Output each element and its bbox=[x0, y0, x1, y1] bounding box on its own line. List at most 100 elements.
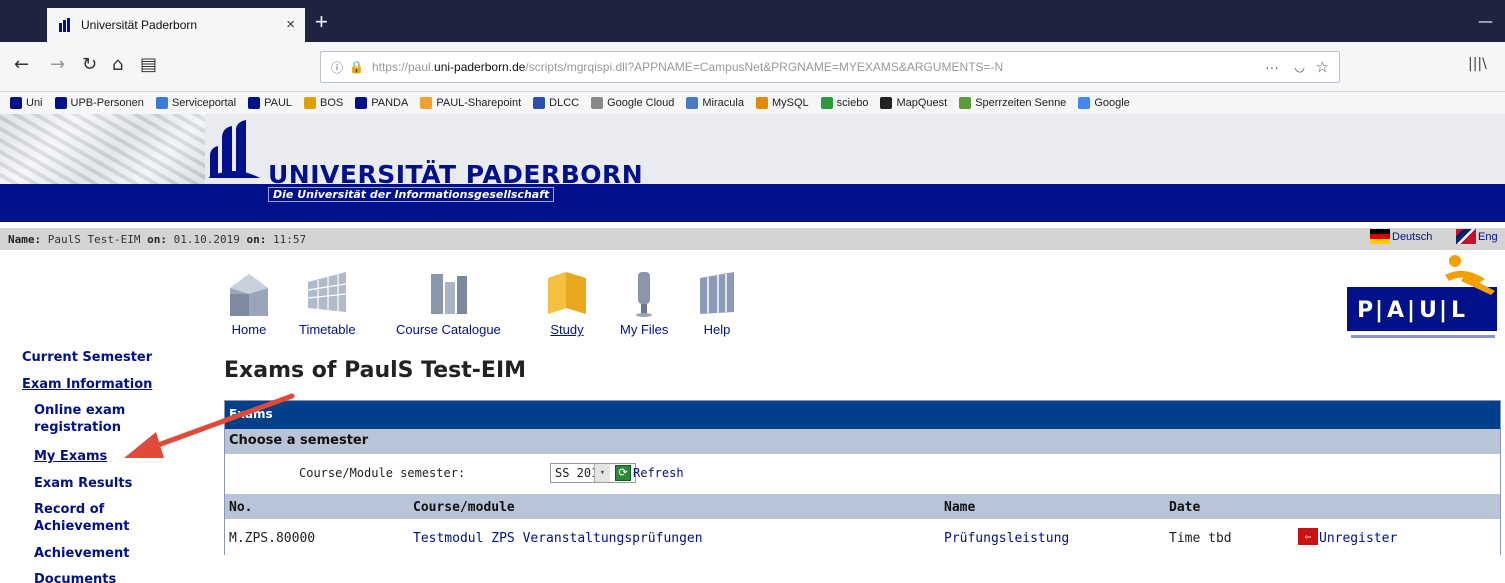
exams-section-title: Exams bbox=[225, 401, 1500, 429]
bookmark-item[interactable]: PAUL-Sharepoint bbox=[420, 97, 521, 109]
print-icon[interactable]: ▤ bbox=[140, 54, 157, 75]
column-header-name: Name bbox=[944, 500, 976, 515]
table-row: M.ZPS.80000 Testmodul ZPS Veranstaltungs… bbox=[225, 519, 1500, 555]
unregister-button[interactable]: Unregister bbox=[1319, 531, 1397, 546]
bookmark-label: DLCC bbox=[549, 97, 580, 109]
bookmark-label: Uni bbox=[26, 97, 43, 109]
minimize-icon[interactable]: — bbox=[1478, 12, 1493, 30]
nav-help-label: Help bbox=[703, 322, 731, 337]
url-host: uni-paderborn.de bbox=[434, 60, 526, 74]
info-icon[interactable]: ⓘ bbox=[331, 59, 343, 76]
refresh-button[interactable]: Refresh bbox=[633, 466, 684, 480]
time-label: on: bbox=[246, 232, 267, 246]
sidebar-item-current-semester[interactable]: Current Semester bbox=[22, 349, 152, 366]
exam-course-link[interactable]: Testmodul ZPS Veranstaltungsprüfungen bbox=[413, 531, 703, 546]
bookmark-item[interactable]: PAUL bbox=[248, 97, 292, 109]
more-icon[interactable]: ··· bbox=[1265, 59, 1279, 75]
nav-my-files-label: My Files bbox=[620, 322, 669, 337]
bookmark-item[interactable]: Google Cloud bbox=[591, 97, 674, 109]
timetable-icon bbox=[308, 272, 347, 312]
nav-timetable[interactable]: Timetable bbox=[299, 268, 356, 337]
sidebar-item-my-exams[interactable]: My Exams bbox=[34, 448, 107, 465]
university-tagline: Die Universität der Informationsgesellsc… bbox=[268, 187, 555, 202]
sidebar-item-achievement[interactable]: Achievement bbox=[34, 545, 129, 562]
bookmark-label: sciebo bbox=[836, 97, 869, 109]
sidebar-item-documents[interactable]: Documents bbox=[34, 571, 116, 583]
home-icon[interactable]: ⌂ bbox=[112, 54, 123, 75]
column-header-date: Date bbox=[1169, 500, 1201, 515]
paul-logo-icon[interactable]: P | A | U | L bbox=[1345, 255, 1505, 345]
bookmark-item[interactable]: MySQL bbox=[755, 97, 809, 109]
pocket-icon[interactable]: ◡ bbox=[1295, 60, 1305, 74]
svg-text:L: L bbox=[1451, 298, 1465, 323]
column-header-no: No. bbox=[229, 500, 253, 515]
bookmark-item[interactable]: BOS bbox=[304, 97, 343, 109]
sidebar-item-record-of-achievement[interactable]: Record of Achievement bbox=[34, 501, 129, 535]
course-catalogue-icon bbox=[431, 274, 468, 314]
exam-name-link[interactable]: Prüfungsleistung bbox=[944, 531, 1069, 546]
chevron-down-icon[interactable]: ▾ bbox=[594, 464, 610, 482]
sidebar-item-label: registration bbox=[34, 420, 121, 435]
upb-favicon-icon bbox=[59, 18, 70, 32]
bookmark-item[interactable]: Google bbox=[1078, 97, 1130, 109]
bookmark-favicon-icon bbox=[420, 97, 433, 109]
sidebar-item-exam-information[interactable]: Exam Information bbox=[22, 376, 152, 393]
svg-text:U: U bbox=[1419, 298, 1437, 323]
name-label: Name: bbox=[8, 232, 42, 246]
nav-home[interactable]: Home bbox=[226, 268, 272, 337]
bookmark-item[interactable]: DLCC bbox=[533, 97, 579, 109]
bookmark-favicon-icon bbox=[304, 97, 317, 109]
bookmark-item[interactable]: PANDA bbox=[355, 97, 408, 109]
back-icon[interactable]: ← bbox=[14, 54, 29, 75]
bookmark-label: Google bbox=[1094, 97, 1130, 109]
bookmark-label: PAUL bbox=[264, 97, 293, 109]
header-bluebar bbox=[0, 184, 1505, 222]
nav-help[interactable]: Help bbox=[694, 268, 740, 337]
nav-course-catalogue[interactable]: Course Catalogue bbox=[396, 268, 501, 337]
tab-title: Universität Paderborn bbox=[81, 18, 198, 32]
bookmark-item[interactable]: Uni bbox=[10, 97, 43, 109]
refresh-icon[interactable]: ⟳ bbox=[615, 465, 631, 481]
svg-text:P: P bbox=[1357, 298, 1373, 323]
date-label: on: bbox=[147, 232, 167, 246]
reload-icon[interactable]: ↻ bbox=[82, 54, 97, 75]
sidebar-item-label: Record of bbox=[34, 502, 105, 517]
bookmark-label: PAUL-Sharepoint bbox=[436, 97, 522, 109]
bookmark-label: Miracula bbox=[702, 97, 744, 109]
language-english[interactable]: Eng bbox=[1456, 229, 1498, 244]
address-bar[interactable]: ⓘ 🔒 https://paul. uni-paderborn.de/script… bbox=[320, 51, 1340, 83]
nav-my-files[interactable]: My Files bbox=[620, 268, 668, 337]
university-logo-icon[interactable] bbox=[208, 120, 260, 180]
language-english-label: Eng bbox=[1478, 230, 1498, 243]
bookmark-favicon-icon bbox=[820, 97, 833, 109]
bookmark-favicon-icon bbox=[155, 97, 168, 109]
new-tab-icon[interactable]: + bbox=[315, 9, 328, 35]
bookmark-item[interactable]: UPB-Personen bbox=[54, 97, 144, 109]
my-files-icon bbox=[636, 272, 653, 317]
close-tab-icon[interactable]: × bbox=[286, 16, 295, 33]
language-deutsch-label: Deutsch bbox=[1392, 230, 1433, 243]
language-deutsch[interactable]: Deutsch bbox=[1370, 229, 1432, 244]
browser-tabstrip: Universität Paderborn × + — bbox=[0, 0, 1505, 42]
bookmark-item[interactable]: Serviceportal bbox=[155, 97, 236, 109]
unregister-icon[interactable]: ⇦ bbox=[1298, 528, 1318, 545]
svg-text:|: | bbox=[1375, 298, 1383, 323]
sidebar: Current Semester Exam Information Online… bbox=[0, 250, 205, 583]
university-name[interactable]: UNIVERSITÄT PADERBORN bbox=[268, 160, 643, 189]
bookmark-item[interactable]: sciebo bbox=[820, 97, 869, 109]
nav-study[interactable]: Study bbox=[544, 268, 590, 337]
sidebar-item-exam-results[interactable]: Exam Results bbox=[34, 475, 132, 492]
bookmark-item[interactable]: Miracula bbox=[686, 97, 744, 109]
forward-icon[interactable]: → bbox=[50, 54, 65, 75]
bookmark-favicon-icon bbox=[10, 97, 22, 109]
session-infobar: Name: PaulS Test-EIM on: 01.10.2019 on: … bbox=[0, 228, 1505, 250]
bookmark-item[interactable]: Sperrzeiten Senne bbox=[959, 97, 1066, 109]
star-icon[interactable]: ☆ bbox=[1316, 58, 1329, 76]
semester-label: Course/Module semester: bbox=[299, 466, 466, 480]
bookmark-label: UPB-Personen bbox=[70, 97, 144, 109]
svg-text:|: | bbox=[1439, 298, 1447, 323]
sidebar-item-online-exam-registration[interactable]: Online exam registration bbox=[34, 402, 125, 436]
library-icon[interactable]: |||\ bbox=[1468, 56, 1487, 72]
browser-tab[interactable]: Universität Paderborn × bbox=[47, 8, 305, 42]
bookmark-item[interactable]: MapQuest bbox=[880, 97, 947, 109]
